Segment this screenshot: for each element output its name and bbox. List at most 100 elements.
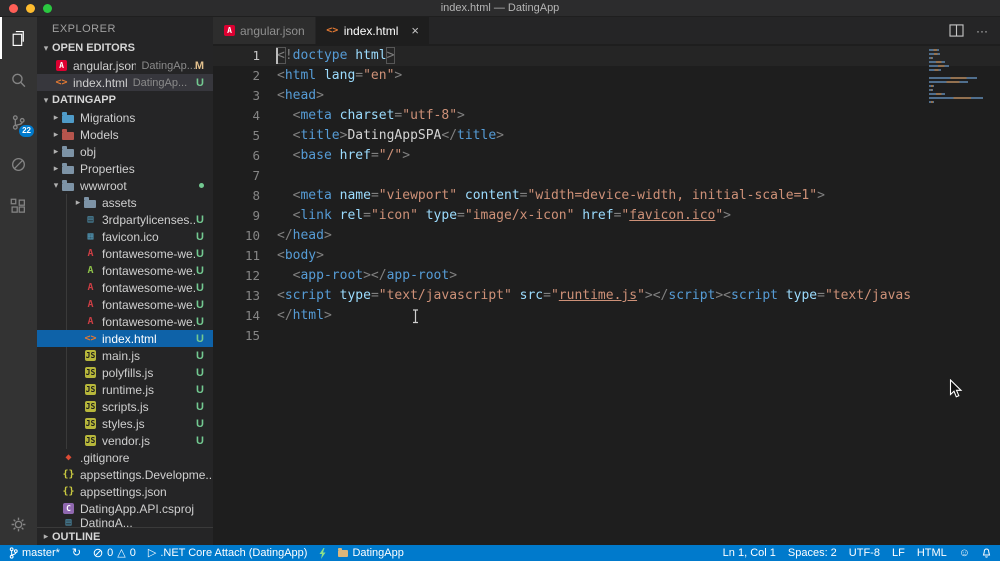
eol-indicator[interactable]: LF [886, 545, 911, 561]
encoding-indicator[interactable]: UTF-8 [843, 545, 886, 561]
file-file-icon: ▤ [65, 517, 72, 527]
file-label: fontawesome-we... [102, 246, 197, 261]
tree-item-wwwroot[interactable]: ▾ wwwroot [37, 177, 213, 194]
task-indicator[interactable] [313, 545, 332, 561]
split-editor-icon[interactable] [949, 24, 964, 37]
language-mode-indicator[interactable]: HTML [911, 545, 953, 561]
cursor-position-indicator[interactable]: Ln 1, Col 1 [717, 545, 782, 561]
code-line-3[interactable]: 3 <head> [213, 86, 1000, 106]
csproj-file-icon: C [63, 503, 74, 514]
tree-item-fontawesome-we[interactable]: Afontawesome-we... U [37, 296, 213, 313]
tree-item-index-html[interactable]: <> index.html U [37, 330, 213, 347]
code-line-2[interactable]: 2 <html lang="en"> [213, 66, 1000, 86]
code-line-6[interactable]: 6 <base href="/"> [213, 146, 1000, 166]
code-editor[interactable]: 1 <!doctype html> 2 <html lang="en"> 3 <head>… [213, 44, 1000, 545]
open-editor-angular-json[interactable]: Aangular.json DatingAp... M [37, 57, 213, 74]
close-tab-icon[interactable]: × [411, 24, 419, 37]
tree-item-fontawesome-we[interactable]: Afontawesome-we... U [37, 279, 213, 296]
code-line-13[interactable]: 13 <script type="text/javascript" src="ru… [213, 286, 1000, 306]
window-controls [9, 4, 52, 13]
minimap-line [929, 97, 983, 99]
tree-item-favicon-ico[interactable]: ▦ favicon.ico U [37, 228, 213, 245]
debug-activity-icon[interactable] [0, 143, 37, 185]
file-label: index.html [102, 331, 157, 346]
close-window-button[interactable] [9, 4, 18, 13]
tree-item-datingapp-api-csproj[interactable]: C DatingApp.API.csproj [37, 500, 213, 517]
tab-angular-json[interactable]: A angular.json [213, 17, 316, 44]
tab-index-html[interactable]: <> index.html × [315, 17, 431, 44]
minimap-line [929, 65, 949, 67]
warning-count: 0 [129, 547, 136, 559]
code-line-14[interactable]: 14 </html> [213, 306, 1000, 326]
tree-item-appsettings-developme[interactable]: {} appsettings.Developme... [37, 466, 213, 483]
smiley-icon: ☺ [958, 546, 970, 559]
code-line-4[interactable]: 4 <meta charset="utf-8"> [213, 106, 1000, 126]
debug-target-indicator[interactable]: ▷ .NET Core Attach (DatingApp) [142, 545, 314, 561]
explorer-sidebar: EXPLORER ▾ OPEN EDITORS Aangular.json Dat… [37, 17, 213, 545]
search-activity-icon[interactable] [0, 59, 37, 101]
code-line-11[interactable]: 11 <body> [213, 246, 1000, 266]
sync-button[interactable]: ↻ [66, 545, 87, 561]
font-file-icon: A [87, 248, 94, 259]
title-bar: index.html — DatingApp [0, 0, 1000, 17]
minimize-window-button[interactable] [26, 4, 35, 13]
tree-item-obj[interactable]: ▸ obj [37, 143, 213, 160]
tree-item-fontawesome-we[interactable]: Afontawesome-we... U [37, 262, 213, 279]
tree-item-runtime-js[interactable]: JS runtime.js U [37, 381, 213, 398]
open-editors-label: OPEN EDITORS [52, 42, 135, 54]
tree-item-fontawesome-we[interactable]: Afontawesome-we... U [37, 313, 213, 330]
tree-item-polyfills-js[interactable]: JS polyfills.js U [37, 364, 213, 381]
tree-item-assets[interactable]: ▸ assets [37, 194, 213, 211]
git-branch-indicator[interactable]: master* [3, 545, 66, 561]
angular-file-icon: A [56, 60, 67, 71]
code-line-8[interactable]: 8 <meta name="viewport" content="width=d… [213, 186, 1000, 206]
code-line-7[interactable]: 7 [213, 166, 1000, 186]
line-text: <body> [277, 248, 324, 263]
file-label: appsettings.json [80, 484, 167, 499]
tree-item-gitignore[interactable]: ◆ .gitignore [37, 449, 213, 466]
extensions-activity-icon[interactable] [0, 185, 37, 227]
angular-file-icon: A [224, 25, 235, 36]
problems-indicator[interactable]: 0 △ 0 [87, 545, 142, 561]
feedback-button[interactable]: ☺ [953, 545, 976, 561]
code-line-1[interactable]: 1 <!doctype html> [213, 46, 1000, 66]
project-indicator[interactable]: DatingApp [332, 545, 409, 561]
branch-name: master* [22, 547, 60, 559]
file-label: DatingApp.API.csproj [80, 501, 195, 516]
code-line-10[interactable]: 10 </head> [213, 226, 1000, 246]
html-file-icon: <> [326, 25, 339, 36]
more-actions-icon[interactable]: ··· [976, 24, 988, 38]
maximize-window-button[interactable] [43, 4, 52, 13]
tree-item-models[interactable]: ▸ Models [37, 126, 213, 143]
code-line-15[interactable]: 15 [213, 326, 1000, 346]
outline-header[interactable]: ▸ OUTLINE [37, 527, 213, 545]
tree-item-styles-js[interactable]: JS styles.js U [37, 415, 213, 432]
code-line-9[interactable]: 9 <link rel="icon" type="image/x-icon" h… [213, 206, 1000, 226]
tree-item-main-js[interactable]: JS main.js U [37, 347, 213, 364]
notifications-button[interactable] [976, 545, 997, 561]
project-section-header[interactable]: ▾ DATINGAPP [37, 91, 213, 109]
chevron-right-icon: ▸ [53, 146, 59, 156]
line-number: 9 [252, 208, 260, 223]
encoding: UTF-8 [848, 547, 880, 559]
font-file-icon: A [87, 282, 94, 293]
open-editor-index-html[interactable]: <> index.html DatingAp... U [37, 74, 213, 91]
tree-item-migrations[interactable]: ▸ Migrations [37, 109, 213, 126]
source-control-activity-icon[interactable]: 22 [0, 101, 37, 143]
tree-item-properties[interactable]: ▸ Properties [37, 160, 213, 177]
open-editors-header[interactable]: ▾ OPEN EDITORS [37, 39, 213, 57]
minimap[interactable] [929, 49, 987, 109]
indentation-indicator[interactable]: Spaces: 2 [782, 545, 843, 561]
tree-item-vendor-js[interactable]: JS vendor.js U [37, 432, 213, 449]
line-number: 14 [244, 308, 260, 323]
tree-item-fontawesome-we[interactable]: Afontawesome-we... U [37, 245, 213, 262]
tree-item-appsettings-json[interactable]: {} appsettings.json [37, 483, 213, 500]
tree-item-3rdpartylicenses[interactable]: ▤ 3rdpartylicenses.... U [37, 211, 213, 228]
explorer-activity-icon[interactable] [0, 17, 37, 59]
code-line-12[interactable]: 12 <app-root></app-root> [213, 266, 1000, 286]
code-line-5[interactable]: 5 <title>DatingAppSPA</title> [213, 126, 1000, 146]
settings-gear-button[interactable] [0, 503, 37, 545]
folder-icon [62, 162, 74, 174]
tree-item-datinga[interactable]: ▤ DatingA... [37, 517, 213, 527]
tree-item-scripts-js[interactable]: JS scripts.js U [37, 398, 213, 415]
